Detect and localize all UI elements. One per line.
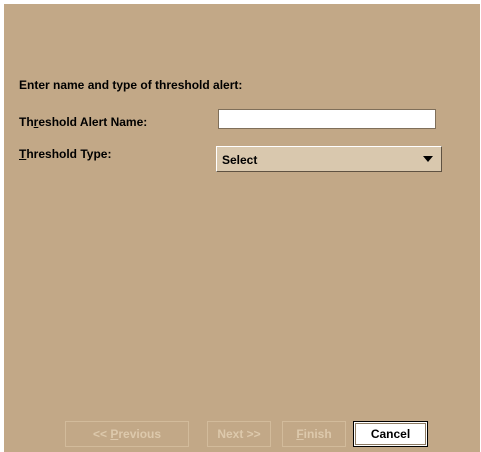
threshold-type-selected-value: Select bbox=[222, 153, 258, 167]
next-button[interactable]: Next >> bbox=[207, 421, 271, 447]
threshold-type-label: Threshold Type: bbox=[19, 147, 111, 161]
cancel-button-label: Cancel bbox=[370, 427, 411, 441]
label-text-suffix: eshold Alert Name: bbox=[38, 115, 148, 129]
label-text-suffix: hreshold Type: bbox=[26, 147, 112, 161]
finish-button[interactable]: Finish bbox=[282, 421, 346, 447]
step-heading: Enter name and type of threshold alert: bbox=[19, 78, 243, 92]
threshold-alert-name-input[interactable] bbox=[218, 109, 436, 129]
previous-button[interactable]: << Previous bbox=[65, 421, 189, 447]
button-text-prefix: << bbox=[92, 427, 111, 441]
label-text-prefix: Th bbox=[19, 115, 34, 129]
button-mnemonic: F bbox=[296, 427, 304, 441]
threshold-type-dropdown[interactable]: Select bbox=[216, 146, 442, 172]
cancel-button[interactable]: Cancel bbox=[353, 421, 428, 447]
button-text-suffix: inish bbox=[303, 427, 332, 441]
threshold-alert-wizard-panel: Enter name and type of threshold alert: … bbox=[4, 4, 480, 452]
threshold-alert-name-label: Threshold Alert Name: bbox=[19, 115, 147, 129]
button-text-suffix: revious bbox=[118, 427, 162, 441]
chevron-down-icon[interactable] bbox=[423, 156, 433, 162]
